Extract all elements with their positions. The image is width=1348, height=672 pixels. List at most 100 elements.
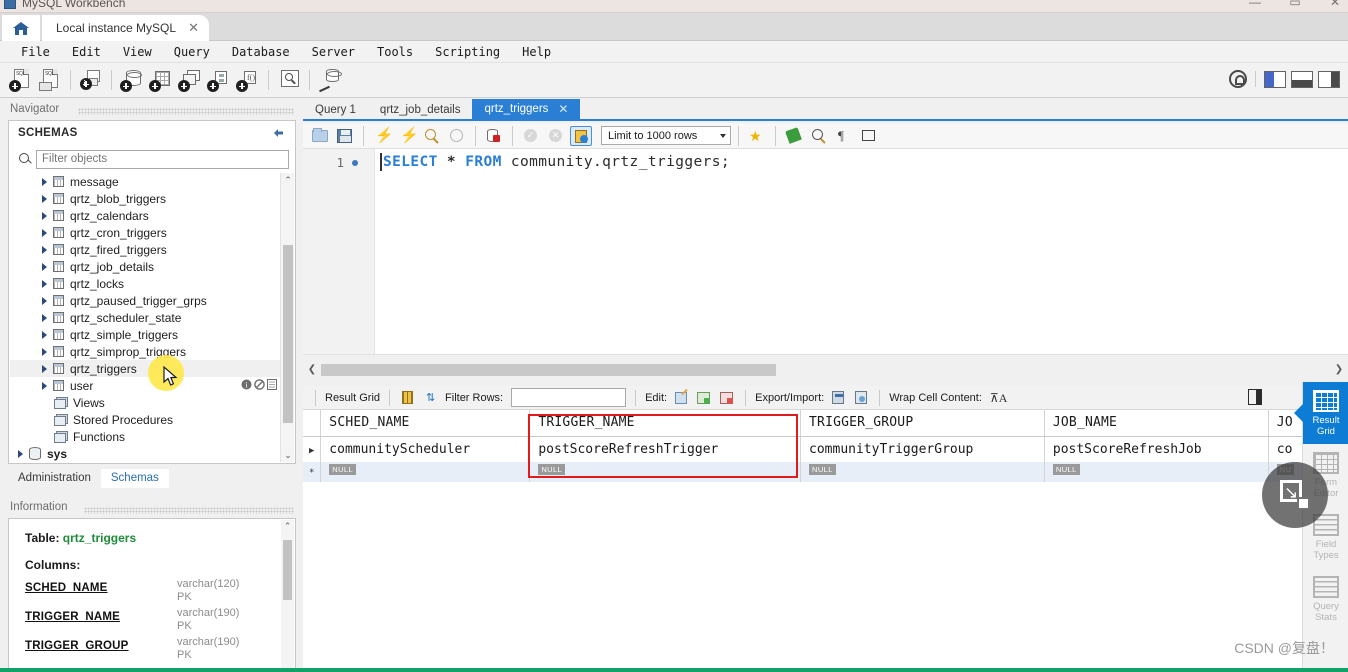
connection-tab-local-instance[interactable]: Local instance MySQL ✕ xyxy=(42,15,209,41)
column-header-trigger-name[interactable]: TRIGGER_NAME xyxy=(529,410,802,437)
cell-job-name[interactable]: postScoreRefreshJob xyxy=(1044,436,1269,462)
tab-qrtz-job-details[interactable]: qrtz_job_details xyxy=(368,101,473,119)
menu-scripting[interactable]: Scripting xyxy=(424,43,511,61)
chevron-right-icon[interactable] xyxy=(42,296,47,305)
tree-item-qrtz_locks[interactable]: qrtz_locks xyxy=(10,275,280,292)
menu-view[interactable]: View xyxy=(112,43,163,61)
tree-item-qrtz_scheduler_state[interactable]: qrtz_scheduler_state xyxy=(10,309,280,326)
editor-horizontal-scrollbar[interactable]: ❮ ❯ xyxy=(303,362,1348,378)
tab-schemas[interactable]: Schemas xyxy=(100,469,169,488)
tree-item-qrtz_simprop_triggers[interactable]: qrtz_simprop_triggers xyxy=(10,343,280,360)
edit-cell-icon[interactable] xyxy=(672,389,690,406)
new-view-icon[interactable] xyxy=(177,68,203,92)
scroll-up-icon[interactable]: ⌃ xyxy=(281,521,294,532)
rail-item-result-grid[interactable]: Result Grid xyxy=(1294,382,1348,444)
table-editor-icon[interactable] xyxy=(267,379,278,390)
new-procedure-icon[interactable] xyxy=(206,68,232,92)
navigator-scrollbar[interactable]: ⌃ ⌄ xyxy=(280,173,294,462)
rail-item-query-stats[interactable]: Query Stats xyxy=(1303,568,1348,630)
column-header-sched-name[interactable]: SCHED_NAME xyxy=(320,410,531,437)
tree-item-qrtz_calendars[interactable]: qrtz_calendars xyxy=(10,207,280,224)
menu-file[interactable]: File xyxy=(10,43,61,61)
export-recordset-icon[interactable] xyxy=(829,389,847,406)
new-table-icon[interactable] xyxy=(148,68,174,92)
chevron-down-icon[interactable] xyxy=(720,133,726,138)
column-header-trigger-group[interactable]: TRIGGER_GROUP xyxy=(800,410,1045,437)
beautify-sql-icon[interactable] xyxy=(783,126,805,146)
chevron-right-icon[interactable] xyxy=(42,245,47,254)
tree-item-functions[interactable]: Functions xyxy=(10,428,280,445)
invisible-chars-icon[interactable]: ¶ xyxy=(833,126,855,146)
chevron-right-icon[interactable] xyxy=(42,364,47,373)
tree-item-message[interactable]: message xyxy=(10,173,280,190)
scroll-left-icon[interactable]: ❮ xyxy=(305,363,319,377)
column-header-job-name[interactable]: JOB_NAME xyxy=(1044,410,1269,437)
cell-sched-name[interactable]: communityScheduler xyxy=(320,436,531,462)
chevron-right-icon[interactable] xyxy=(42,194,47,203)
connection-info-icon[interactable]: i xyxy=(78,68,104,92)
information-scrollbar[interactable]: ⌃ xyxy=(281,520,294,670)
tree-item-qrtz_triggers[interactable]: qrtz_triggers xyxy=(10,360,280,377)
toggle-autocommit-icon[interactable] xyxy=(570,125,592,146)
new-sql-tab-icon[interactable]: SQL xyxy=(8,68,34,92)
scroll-up-icon[interactable]: ⌃ xyxy=(281,173,295,187)
open-script-icon[interactable] xyxy=(309,126,331,146)
menu-help[interactable]: Help xyxy=(511,43,562,61)
execute-current-statement-icon[interactable]: ⚡ xyxy=(396,126,419,146)
toggle-schema-snippets-icon[interactable] xyxy=(483,126,505,146)
explain-icon[interactable] xyxy=(421,126,443,146)
menu-database[interactable]: Database xyxy=(221,43,301,61)
menu-server[interactable]: Server xyxy=(301,43,366,61)
reconnect-server-icon[interactable] xyxy=(317,68,343,93)
chevron-right-icon[interactable] xyxy=(42,228,47,237)
tree-item-qrtz_simple_triggers[interactable]: qrtz_simple_triggers xyxy=(10,326,280,343)
new-schema-icon[interactable] xyxy=(119,68,145,92)
refresh-rows-icon[interactable]: ⇅ xyxy=(422,389,440,406)
toggle-sidebar-icon[interactable] xyxy=(1264,70,1286,88)
chevron-right-icon[interactable] xyxy=(18,449,23,458)
close-button[interactable]: ✕ xyxy=(1326,0,1344,10)
tree-item-qrtz_cron_triggers[interactable]: qrtz_cron_triggers xyxy=(10,224,280,241)
toggle-output-icon[interactable] xyxy=(1291,70,1313,88)
scroll-right-icon[interactable]: ❯ xyxy=(1332,363,1346,377)
tree-item-qrtz_paused_trigger_grps[interactable]: qrtz_paused_trigger_grps xyxy=(10,292,280,309)
information-drag-handle[interactable] xyxy=(84,507,294,514)
chevron-right-icon[interactable] xyxy=(42,279,47,288)
chevron-right-icon[interactable] xyxy=(42,313,47,322)
scrollbar-thumb[interactable] xyxy=(283,540,292,600)
tab-qrtz-triggers[interactable]: qrtz_triggers ✕ xyxy=(472,99,581,119)
home-tab[interactable] xyxy=(2,15,40,41)
commit-icon[interactable]: ✓ xyxy=(520,126,542,146)
close-icon[interactable]: ✕ xyxy=(558,102,568,116)
close-icon[interactable]: ✕ xyxy=(188,20,199,36)
save-script-icon[interactable] xyxy=(334,126,356,146)
cell-trigger-group[interactable]: communityTriggerGroup xyxy=(800,436,1045,462)
snippets-icon[interactable]: ★ xyxy=(746,126,768,146)
limit-rows-select[interactable]: Limit to 1000 rows xyxy=(601,126,731,145)
result-grid[interactable]: SCHED_NAME TRIGGER_NAME TRIGGER_GROUP JO… xyxy=(303,410,1348,482)
navigator-drag-handle[interactable] xyxy=(78,108,294,115)
tree-item-qrtz_fired_triggers[interactable]: qrtz_fired_triggers xyxy=(10,241,280,258)
tree-item-qrtz_blob_triggers[interactable]: qrtz_blob_triggers xyxy=(10,190,280,207)
scroll-down-icon[interactable]: ⌄ xyxy=(281,448,295,462)
wrap-lines-icon[interactable] xyxy=(858,126,880,146)
chevron-right-icon[interactable] xyxy=(42,330,47,339)
inspect-object-icon[interactable] xyxy=(276,68,302,92)
scrollbar-thumb[interactable] xyxy=(283,245,293,423)
window-controls[interactable]: — ▭ ✕ xyxy=(1246,0,1344,10)
maximize-button[interactable]: ▭ xyxy=(1286,0,1304,10)
delete-row-icon[interactable] xyxy=(718,389,736,406)
menu-query[interactable]: Query xyxy=(163,43,221,61)
scrollbar-thumb[interactable] xyxy=(321,364,776,376)
toggle-panel-icon[interactable] xyxy=(1248,389,1262,405)
cell-trigger-name[interactable]: postScoreRefreshTrigger xyxy=(529,436,802,462)
open-sql-script-icon[interactable]: SQL xyxy=(37,68,63,92)
row-marker[interactable]: ▶ xyxy=(303,436,322,462)
table-row[interactable]: ▶ communityScheduler postScoreRefreshTri… xyxy=(303,436,1348,462)
sql-statement[interactable]: SELECT * FROM community.qrtz_triggers; xyxy=(383,154,730,170)
table-new-row[interactable]: * NULL NULL NULL NULL NU xyxy=(303,462,1348,482)
chevron-right-icon[interactable] xyxy=(42,211,47,220)
chevron-right-icon[interactable] xyxy=(42,177,47,186)
rollback-icon[interactable]: ✕ xyxy=(545,126,567,146)
tab-administration[interactable]: Administration xyxy=(8,469,101,488)
